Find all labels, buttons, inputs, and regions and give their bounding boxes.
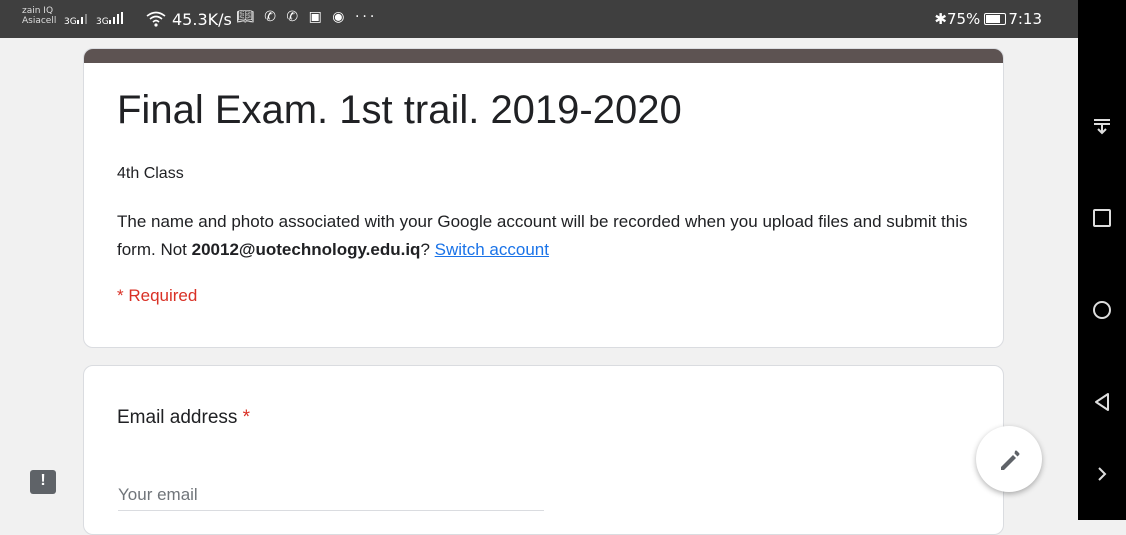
status-bar: zain IQ Asiacell 3G 3G 45.3K/s 📖︎ ✆ ✆ ▣ … bbox=[0, 0, 1078, 38]
more-icon: ··· bbox=[354, 9, 378, 25]
carrier-1: zain IQ bbox=[22, 6, 54, 16]
pencil-icon bbox=[1001, 450, 1020, 470]
header-color-band bbox=[84, 49, 1003, 63]
back-icon[interactable] bbox=[1090, 390, 1114, 414]
clock: 7:13 bbox=[1008, 10, 1042, 28]
chevron-right-icon[interactable] bbox=[1090, 462, 1114, 486]
status-right: ✱75% 7:13 bbox=[934, 10, 1042, 28]
network-speed: 45.3K/s bbox=[172, 10, 232, 29]
signal-1-icon: 3G bbox=[64, 12, 91, 27]
battery-percent: 75% bbox=[946, 10, 981, 28]
account-email: 20012@uotechnology.edu.iq bbox=[191, 240, 421, 259]
recents-icon[interactable] bbox=[1090, 206, 1114, 230]
navigation-bar bbox=[1078, 0, 1126, 520]
email-question-label: Email address * bbox=[117, 407, 250, 429]
switch-account-link[interactable]: Switch account bbox=[435, 240, 549, 259]
feedback-icon[interactable]: ! bbox=[30, 470, 56, 494]
signal-2-icon: 3G bbox=[96, 12, 125, 27]
notification-icons: 📖︎ ✆ ✆ ▣ ◉ ··· bbox=[236, 9, 377, 25]
form-title: Final Exam. 1st trail. 2019-2020 bbox=[117, 88, 682, 132]
email-field[interactable] bbox=[118, 480, 544, 511]
messenger-icon: ◉ bbox=[332, 9, 348, 25]
carrier-names: zain IQ Asiacell bbox=[22, 6, 56, 26]
required-star: * bbox=[242, 407, 251, 428]
carrier-2: Asiacell bbox=[22, 16, 57, 26]
home-icon[interactable] bbox=[1090, 298, 1114, 322]
whatsapp-icon: ✆ bbox=[286, 9, 302, 25]
battery-icon bbox=[984, 13, 1007, 25]
question-text: Email address bbox=[117, 407, 238, 428]
wifi-icon bbox=[146, 11, 166, 31]
edit-fab-button[interactable] bbox=[976, 426, 1042, 492]
instagram-icon: ▣ bbox=[308, 9, 325, 25]
form-description: 4th Class bbox=[117, 165, 184, 182]
account-notice: The name and photo associated with your … bbox=[117, 208, 987, 264]
notice-suffix: ? bbox=[420, 240, 430, 259]
book-icon: 📖︎ bbox=[236, 9, 257, 25]
viber-icon: ✆ bbox=[264, 9, 279, 25]
notification-pulldown-icon[interactable] bbox=[1090, 114, 1114, 138]
required-note: * Required bbox=[117, 286, 198, 305]
bluetooth-icon: ✱ bbox=[934, 10, 947, 28]
